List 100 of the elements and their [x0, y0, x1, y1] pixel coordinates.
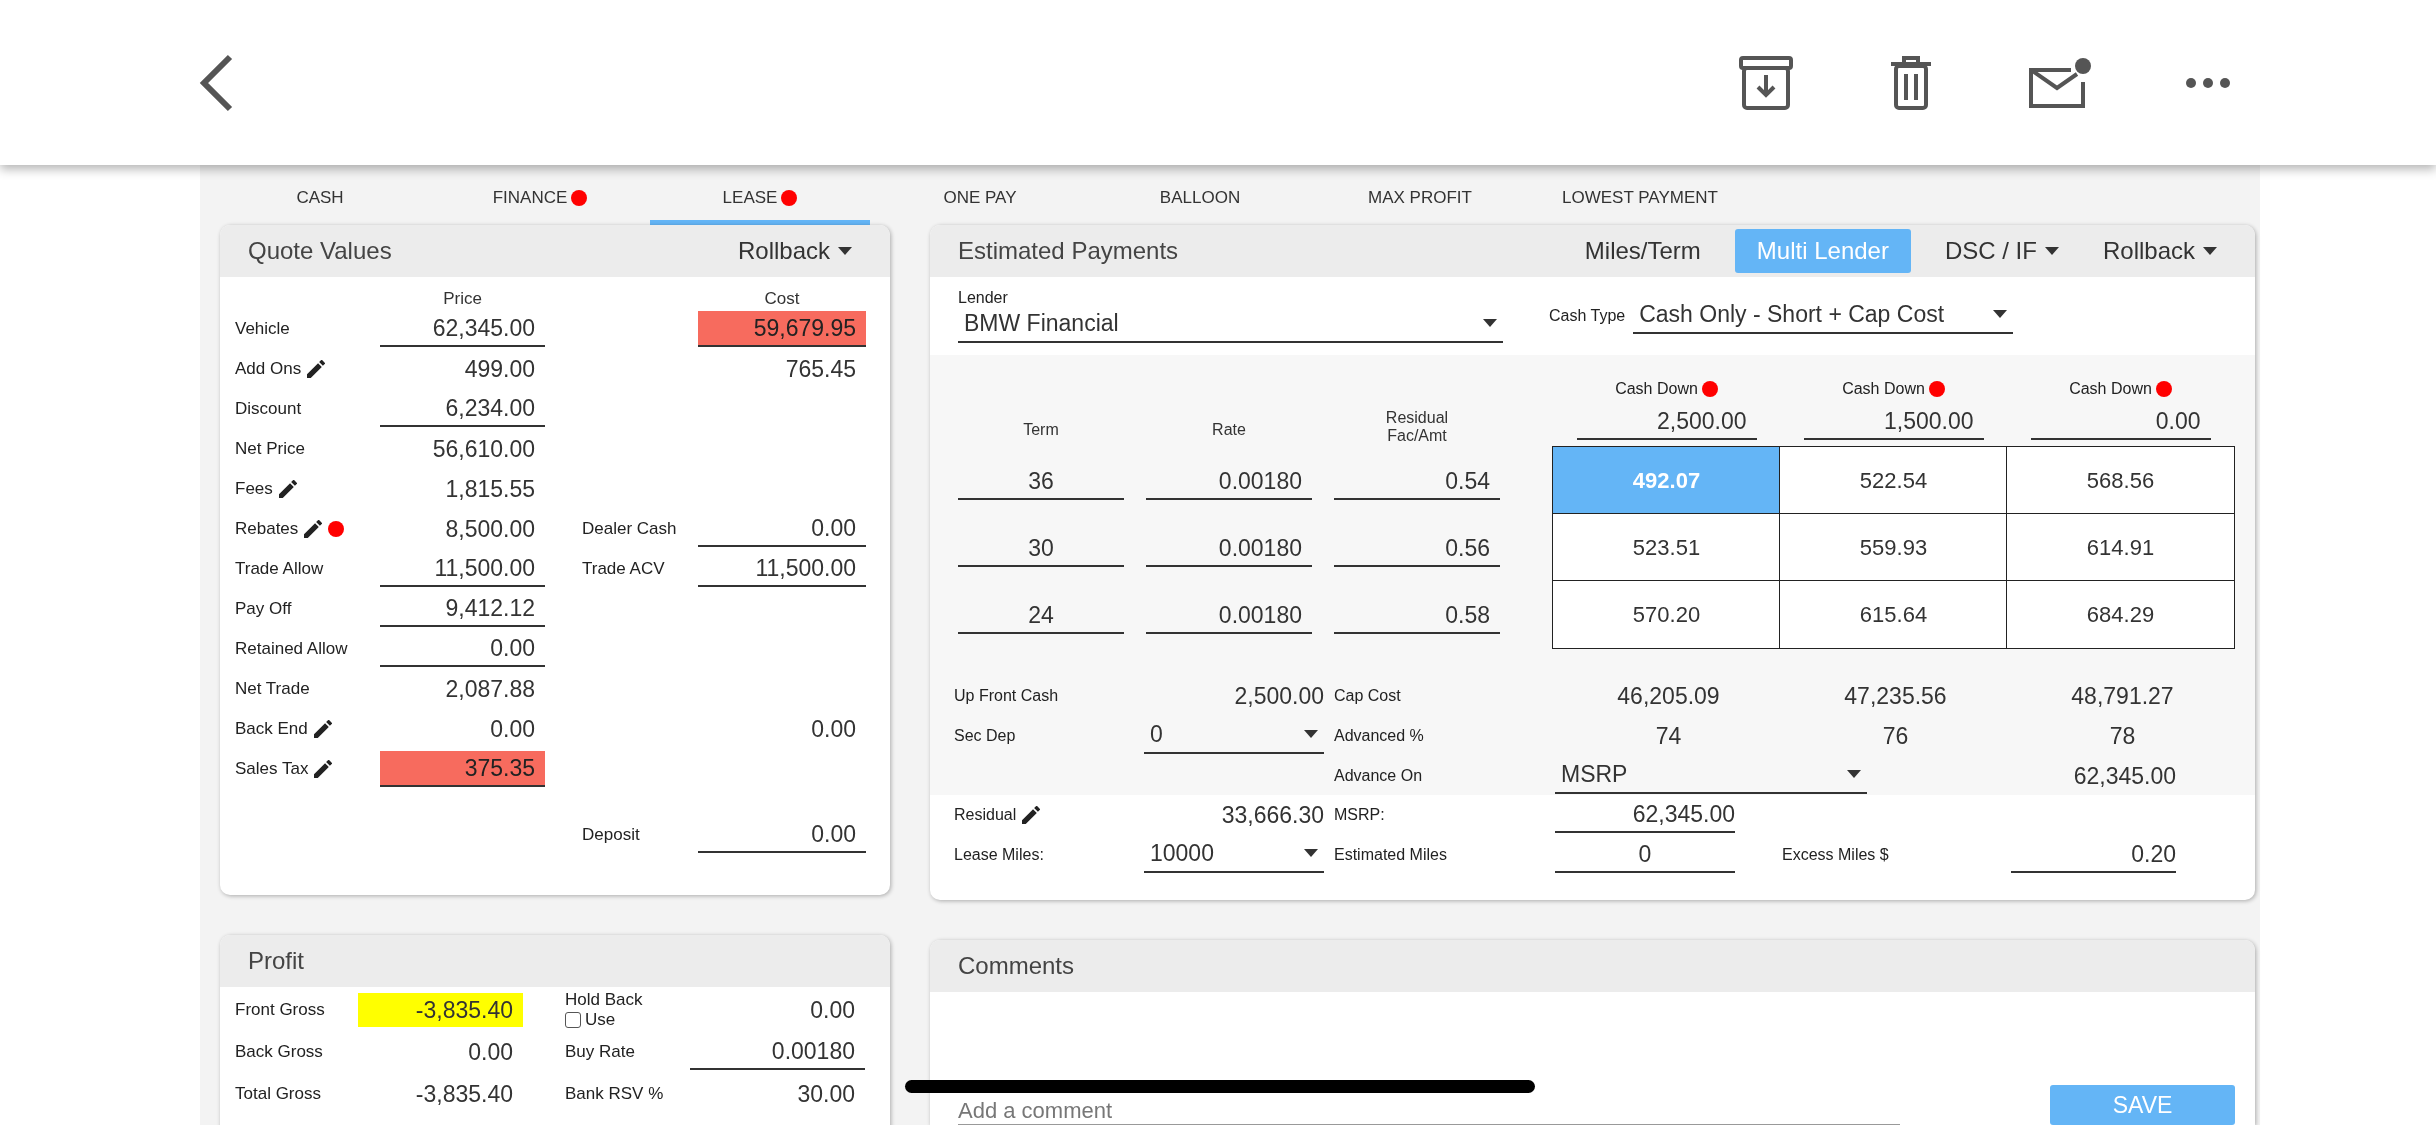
caret-icon	[1304, 730, 1318, 738]
amount-text: 33,666.30	[1220, 801, 1324, 830]
residual-field[interactable]: 0.56	[1334, 531, 1500, 567]
payment-cell[interactable]: 615.64	[1779, 580, 2008, 649]
row-label: Estimated Miles	[1334, 846, 1448, 864]
cash-down-field[interactable]: 1,500.00	[1803, 404, 1984, 440]
amount-text: 0.00	[809, 996, 856, 1025]
tab[interactable]: ONE PAY	[870, 187, 1090, 225]
row-label: Sales Tax	[235, 759, 309, 779]
amount-text: 2,087.88	[444, 675, 536, 704]
amount-text: 62,345.00	[2072, 762, 2177, 791]
payment-cell[interactable]: 523.51	[1552, 513, 1781, 582]
field-label: Lender	[958, 289, 1009, 307]
amount-field[interactable]: 6,234.00	[380, 391, 545, 427]
lender-select[interactable]: BMW Financial	[958, 307, 1503, 343]
pencil-icon[interactable]	[314, 760, 333, 778]
cash-type-select[interactable]: Cash Only - Short + Cap Cost	[1633, 298, 2014, 334]
amount-field[interactable]: 375.35	[380, 751, 545, 787]
amount-field[interactable]: 0.00	[380, 631, 545, 667]
amount-field[interactable]: 62,345.00	[380, 311, 545, 347]
term-field[interactable]: 36	[958, 464, 1124, 500]
estimated-miles-field[interactable]: 0	[1555, 837, 1735, 873]
panel-title: Quote Values	[248, 237, 392, 265]
term-field[interactable]: 24	[958, 598, 1124, 634]
amount-text: -3,835.40	[414, 1080, 514, 1109]
tab[interactable]: MAX PROFIT	[1310, 187, 1530, 225]
pencil-icon[interactable]	[304, 520, 323, 538]
pencil-icon[interactable]	[307, 360, 326, 378]
row-label: Bank RSV %	[565, 1084, 664, 1104]
row-label: Retained Allow	[235, 639, 348, 659]
column-header: Rate	[1212, 421, 1246, 439]
comment-field[interactable]: Add a comment	[958, 1098, 1900, 1125]
row-label: MSRP:	[1334, 806, 1386, 824]
amount-text: 0.00	[467, 1038, 514, 1067]
pencil-icon[interactable]	[278, 480, 297, 498]
rollback-menu[interactable]: Rollback	[727, 231, 862, 271]
advance-on-select[interactable]: MSRP	[1555, 758, 1867, 794]
amount-field[interactable]: 59,679.95	[698, 311, 866, 347]
amount-field[interactable]: 11,500.00	[698, 551, 866, 587]
payment-cell[interactable]: 559.93	[1779, 513, 2008, 582]
amount-text: 499.00	[463, 355, 536, 384]
caret-icon	[1993, 310, 2008, 318]
row-label: Vehicle	[235, 319, 290, 339]
tab[interactable]: BALLOON	[1090, 187, 1310, 225]
residual-field[interactable]: 0.58	[1334, 598, 1500, 634]
caret-icon	[1304, 849, 1318, 857]
payment-cell[interactable]: 614.91	[2006, 513, 2235, 582]
percent-text: 74	[1654, 722, 1683, 750]
row-label: Add Ons	[235, 359, 302, 379]
amount-field[interactable]: 11,500.00	[380, 551, 545, 587]
pencil-icon[interactable]	[1022, 806, 1041, 824]
column-header: Cash Down	[1615, 380, 1698, 398]
row-label: Discount	[235, 399, 302, 419]
row-label: Total Gross	[235, 1084, 321, 1104]
amount-field[interactable]: 0.00	[698, 817, 866, 853]
pencil-icon[interactable]	[313, 720, 332, 738]
amount-field[interactable]: 9,412.12	[380, 591, 545, 627]
amount-field[interactable]: -3,835.40	[358, 993, 523, 1027]
more-icon[interactable]	[2185, 76, 2231, 89]
amount-text: 0.00	[810, 715, 857, 744]
tab[interactable]: LOWEST PAYMENT	[1530, 187, 1750, 225]
row-label: Fees	[235, 479, 273, 499]
row-label: Back Gross	[235, 1042, 323, 1062]
caret-icon	[1847, 770, 1861, 778]
amount-text: 0.00	[489, 715, 536, 744]
residual-field[interactable]: 0.54	[1334, 464, 1500, 500]
tab[interactable]: CASH	[210, 187, 430, 225]
msrp-field[interactable]: 62,345.00	[1555, 797, 1735, 833]
header-button[interactable]: DSC / IF	[1934, 231, 2069, 271]
amount-field[interactable]: 0.00180	[690, 1034, 865, 1070]
header-button[interactable]: Rollback	[2092, 231, 2227, 271]
archive-icon[interactable]	[1737, 54, 1795, 111]
back-icon[interactable]	[198, 53, 234, 112]
sec-dep-select[interactable]: 0	[1144, 718, 1324, 754]
tab[interactable]: FINANCE	[430, 187, 650, 225]
row-label: Rebates	[235, 519, 299, 539]
row-label: Sec Dep	[954, 727, 1017, 745]
rate-field[interactable]: 0.00180	[1146, 464, 1312, 500]
cash-down-field[interactable]: 2,500.00	[1576, 404, 1757, 440]
rate-field[interactable]: 0.00180	[1146, 598, 1312, 634]
header-button[interactable]: Miles/Term	[1574, 231, 1711, 271]
payment-cell[interactable]: 568.56	[2006, 446, 2235, 515]
payment-cell[interactable]: 522.54	[1779, 446, 2008, 515]
amount-text: 30.00	[796, 1080, 856, 1109]
column-header: Cash Down	[2069, 380, 2152, 398]
lease-miles-select[interactable]: 10000	[1144, 837, 1324, 873]
payment-cell[interactable]: 684.29	[2006, 580, 2235, 649]
payment-cell[interactable]: 570.20	[1552, 580, 1781, 649]
mail-icon[interactable]	[2027, 55, 2093, 110]
row-label: Dealer Cash	[582, 519, 677, 539]
checkbox[interactable]	[565, 1012, 581, 1028]
row-label: Pay Off	[235, 599, 292, 619]
amount-field[interactable]: 0.00	[698, 511, 866, 547]
cash-down-field[interactable]: 0.00	[2030, 404, 2211, 440]
row-label: Buy Rate	[565, 1042, 635, 1062]
rate-field[interactable]: 0.00180	[1146, 531, 1312, 567]
row-label: Net Price	[235, 439, 305, 459]
excess-miles-field[interactable]: 0.20	[2011, 837, 2176, 873]
term-field[interactable]: 30	[958, 531, 1124, 567]
row-label: Residual	[954, 806, 1017, 824]
